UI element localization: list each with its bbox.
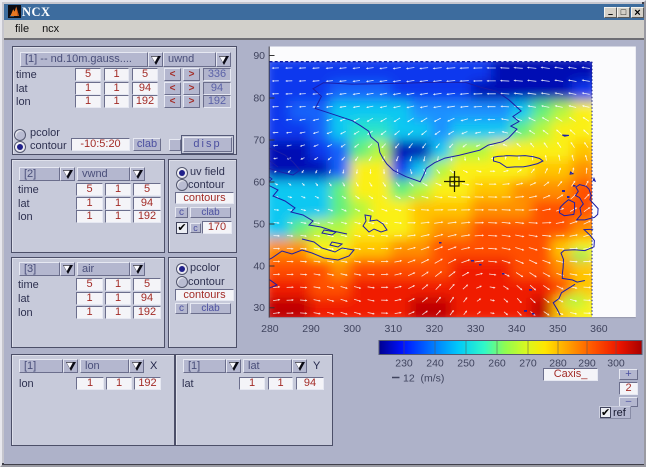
svg-text:240: 240 [426, 358, 444, 370]
svg-text:290: 290 [302, 323, 320, 335]
svg-text:350: 350 [549, 323, 567, 335]
svg-text:270: 270 [519, 358, 537, 370]
svg-text:310: 310 [385, 323, 403, 335]
svg-text:250: 250 [457, 358, 475, 370]
svg-text:30: 30 [253, 302, 265, 314]
svg-text:90: 90 [253, 50, 265, 62]
svg-text:80: 80 [253, 92, 265, 104]
svg-text:12 (m/s): 12 (m/s) [403, 373, 444, 385]
svg-text:50: 50 [253, 218, 265, 230]
svg-text:300: 300 [607, 358, 625, 370]
svg-text:230: 230 [395, 358, 413, 370]
svg-text:340: 340 [508, 323, 526, 335]
svg-text:70: 70 [253, 134, 265, 146]
svg-text:40: 40 [253, 260, 265, 272]
svg-text:320: 320 [426, 323, 444, 335]
svg-text:260: 260 [488, 358, 506, 370]
svg-text:300: 300 [343, 323, 361, 335]
svg-text:360: 360 [590, 323, 608, 335]
svg-text:60: 60 [253, 176, 265, 188]
svg-text:330: 330 [467, 323, 485, 335]
svg-text:280: 280 [261, 323, 279, 335]
